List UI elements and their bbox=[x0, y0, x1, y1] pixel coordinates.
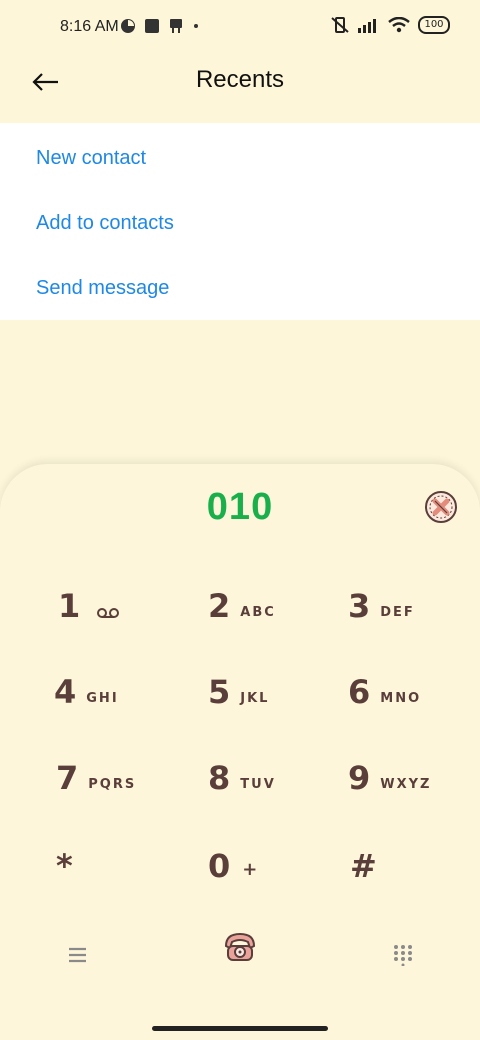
wifi-icon bbox=[388, 17, 410, 33]
new-contact-option[interactable]: New contact bbox=[36, 147, 146, 170]
app-notification-icon bbox=[121, 19, 135, 33]
board-notification-icon bbox=[170, 19, 182, 33]
key-digit: 1 bbox=[58, 587, 81, 625]
key-8[interactable]: 8 TUV bbox=[208, 762, 276, 794]
app-header: Recents bbox=[0, 56, 480, 122]
key-digit: 3 bbox=[348, 587, 371, 625]
call-button[interactable] bbox=[220, 926, 260, 966]
key-digit: 9 bbox=[348, 759, 371, 797]
voicemail-icon bbox=[97, 608, 120, 618]
battery-icon: 100 bbox=[418, 16, 450, 34]
status-time: 8:16 AM bbox=[60, 18, 119, 35]
dot-icon bbox=[194, 24, 198, 28]
key-digit: 0 bbox=[208, 847, 231, 885]
menu-icon bbox=[69, 947, 86, 963]
key-star[interactable]: * bbox=[56, 850, 73, 882]
key-letters: MNO bbox=[380, 691, 422, 706]
key-digit: * bbox=[56, 847, 73, 885]
vibrate-off-icon bbox=[331, 17, 349, 33]
key-digit: 2 bbox=[208, 587, 231, 625]
key-9[interactable]: 9 WXYZ bbox=[348, 762, 431, 794]
call-icon bbox=[224, 932, 256, 961]
key-hash[interactable]: # bbox=[350, 850, 377, 882]
key-digit: 5 bbox=[208, 673, 231, 711]
dialpad-toggle-button[interactable] bbox=[392, 944, 414, 967]
system-icons: 100 bbox=[330, 16, 450, 34]
send-message-option[interactable]: Send message bbox=[36, 277, 169, 300]
key-letters: DEF bbox=[380, 605, 415, 620]
dialed-number[interactable]: 010 bbox=[0, 486, 480, 529]
key-letters: WXYZ bbox=[380, 777, 432, 792]
page-title: Recents bbox=[195, 66, 285, 93]
key-4[interactable]: 4 GHI bbox=[54, 676, 119, 708]
key-letters: JKL bbox=[240, 691, 270, 706]
key-letters: TUV bbox=[240, 777, 276, 792]
key-3[interactable]: 3 DEF bbox=[348, 590, 415, 622]
key-letters: ABC bbox=[240, 605, 276, 620]
dialer-actions bbox=[0, 920, 480, 992]
key-letters: + bbox=[242, 859, 260, 880]
dialpad-icon bbox=[394, 945, 412, 967]
key-digit: 8 bbox=[208, 759, 231, 797]
options-menu: New contact Add to contacts Send message bbox=[0, 123, 480, 320]
backspace-icon bbox=[425, 491, 457, 523]
key-letters: PQRS bbox=[88, 777, 137, 792]
key-7[interactable]: 7 PQRS bbox=[56, 762, 136, 794]
key-digit: 7 bbox=[56, 759, 79, 797]
key-letters: GHI bbox=[86, 691, 119, 706]
key-digit: 4 bbox=[54, 673, 77, 711]
key-digit: 6 bbox=[348, 673, 371, 711]
status-bar: 8:16 AM 100 bbox=[0, 0, 480, 56]
signal-icon bbox=[358, 19, 376, 33]
key-digit: # bbox=[350, 847, 377, 885]
key-5[interactable]: 5 JKL bbox=[208, 676, 269, 708]
key-2[interactable]: 2 ABC bbox=[208, 590, 276, 622]
notification-icons bbox=[120, 18, 200, 34]
square-notification-icon bbox=[145, 19, 159, 33]
add-to-contacts-option[interactable]: Add to contacts bbox=[36, 212, 174, 235]
menu-button[interactable] bbox=[66, 946, 90, 966]
home-indicator[interactable] bbox=[152, 1026, 328, 1031]
backspace-button[interactable] bbox=[424, 490, 458, 524]
key-0[interactable]: 0 + bbox=[208, 850, 259, 882]
key-6[interactable]: 6 MNO bbox=[348, 676, 421, 708]
key-1[interactable]: 1 bbox=[58, 590, 120, 622]
